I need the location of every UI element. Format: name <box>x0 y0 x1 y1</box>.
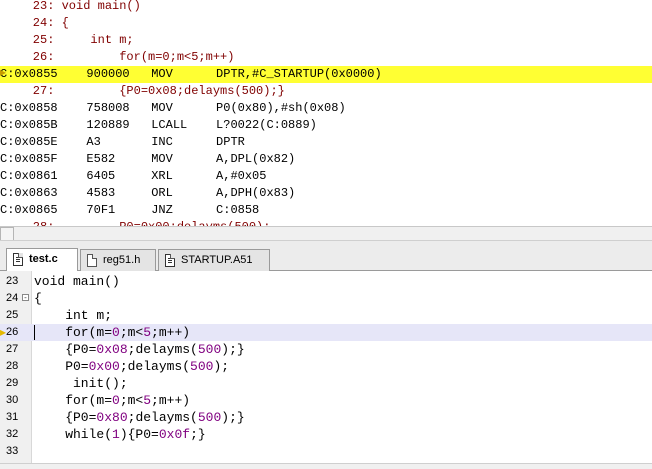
code-line[interactable]: 32 while(1){P0=0x0f;} <box>0 426 652 443</box>
code-line[interactable]: 31 {P0=0x80;delayms(500);} <box>0 409 652 426</box>
file-icon <box>87 254 97 267</box>
disasm-instruction-line[interactable]: C:0x085F E582 MOV A,DPL(0x82) <box>0 151 652 168</box>
editor-horizontal-scrollbar[interactable] <box>0 463 652 469</box>
c-file-icon <box>13 253 23 266</box>
source-editor[interactable]: 23 void main() 24-{25 int m; 26 ▸ for(m=0;m<… <box>0 271 652 468</box>
line-number: 23 <box>6 275 19 287</box>
code-line[interactable]: 28 P0=0x00;delayms(500); <box>0 358 652 375</box>
disasm-instruction-line[interactable]: C:0x0861 6405 XRL A,#0x05 <box>0 168 652 185</box>
code-text: for(m=0;m<5;m++) <box>34 325 191 340</box>
line-number: 24 <box>6 292 19 304</box>
tab-label: STARTUP.A51 <box>181 254 253 266</box>
disasm-source-line[interactable]: 27: {P0=0x08;delayms(500);} <box>0 83 652 100</box>
code-line[interactable]: 27 {P0=0x08;delayms(500);} <box>0 341 652 358</box>
disasm-line-text: 23: void main() <box>4 0 141 13</box>
scroll-left-button[interactable] <box>0 227 14 241</box>
line-number: 27 <box>6 343 19 355</box>
code-text: for(m=0;m<5;m++) <box>34 393 191 408</box>
disasm-source-line[interactable]: 24: { <box>0 15 652 32</box>
disasm-source-line[interactable]: 25: int m; <box>0 32 652 49</box>
code-line[interactable]: 26 ▸ for(m=0;m<5;m++) <box>0 324 652 341</box>
disassembly-horizontal-scrollbar[interactable] <box>0 226 652 241</box>
disasm-line-text: 26: for(m=0;m<5;m++) <box>4 50 235 64</box>
disasm-line-text: C:0x0861 6405 XRL A,#0x05 <box>0 169 267 183</box>
tab-test-c[interactable]: test.c <box>6 248 78 272</box>
tab-label: test.c <box>29 253 58 265</box>
disasm-line-text: C:0x0863 4583 ORL A,DPH(0x83) <box>0 186 296 200</box>
tab-startup-a51[interactable]: STARTUP.A51 <box>158 249 270 271</box>
code-text: { <box>34 291 42 306</box>
disasm-line-text: C:0x085F E582 MOV A,DPL(0x82) <box>0 152 296 166</box>
disasm-line-text: 24: { <box>4 16 69 30</box>
line-number: 32 <box>6 428 19 440</box>
disasm-line-text: 27: {P0=0x08;delayms(500);} <box>4 84 285 98</box>
disasm-source-line[interactable]: 28: P0=0x00;delayms(500); <box>0 219 652 226</box>
disasm-instruction-line[interactable]: C:0x085E A3 INC DPTR <box>0 134 652 151</box>
line-number: 25 <box>6 309 19 321</box>
code-text: {P0=0x80;delayms(500);} <box>34 410 245 425</box>
fold-toggle-icon[interactable]: - <box>22 294 29 302</box>
code-text: {P0=0x08;delayms(500);} <box>34 342 245 357</box>
line-number: 31 <box>6 411 19 423</box>
editor-tab-bar: test.c reg51.h STARTUP.A51 <box>0 240 652 272</box>
disasm-line-text: 25: int m; <box>4 33 134 47</box>
disasm-instruction-line[interactable]: C:0x0865 70F1 JNZ C:0858 <box>0 202 652 219</box>
code-text: init(); <box>34 376 128 391</box>
code-line[interactable]: 33 <box>0 443 652 460</box>
tab-label: reg51.h <box>103 254 141 266</box>
code-line[interactable]: 23 void main() <box>0 273 652 290</box>
disasm-line-text: C:0x0855 900000 MOV DPTR,#C_STARTUP(0x00… <box>0 67 382 81</box>
code-text: P0=0x00;delayms(500); <box>34 359 230 374</box>
code-line[interactable]: 29 init(); <box>0 375 652 392</box>
disasm-instruction-line[interactable]: C:0x0855 900000 MOV DPTR,#C_STARTUP(0x00… <box>0 66 652 83</box>
disasm-source-line[interactable]: 26: for(m=0;m<5;m++) <box>0 49 652 66</box>
code-line[interactable]: 25 int m; <box>0 307 652 324</box>
disasm-instruction-line[interactable]: C:0x085B 120889 LCALL L?0022(C:0889) <box>0 117 652 134</box>
code-text: int m; <box>34 308 113 323</box>
line-number: 29 <box>6 377 19 389</box>
code-text: while(1){P0=0x0f;} <box>34 427 206 442</box>
disasm-instruction-line[interactable]: C:0x0858 758008 MOV P0(0x80),#sh(0x08) <box>0 100 652 117</box>
current-instruction-arrow-icon: ▸ <box>0 65 7 79</box>
disasm-instruction-line[interactable]: C:0x0863 4583 ORL A,DPH(0x83) <box>0 185 652 202</box>
disasm-line-text: C:0x0858 758008 MOV P0(0x80),#sh(0x08) <box>0 101 346 115</box>
disasm-line-text: 28: P0=0x00;delayms(500); <box>4 219 271 226</box>
disassembly-window[interactable]: 23: void main() 24: { 25: int m; 26: for… <box>0 0 652 226</box>
disasm-line-text: C:0x0865 70F1 JNZ C:0858 <box>0 203 260 217</box>
current-line-arrow-icon: ▸ <box>0 325 7 339</box>
line-number: 30 <box>6 394 19 406</box>
code-text: void main() <box>34 274 120 289</box>
code-line[interactable]: 24-{ <box>0 290 652 307</box>
asm-file-icon <box>165 254 175 267</box>
disasm-line-text: C:0x085E A3 INC DPTR <box>0 135 245 149</box>
disasm-source-line[interactable]: 23: void main() <box>0 0 652 15</box>
disasm-line-text: C:0x085B 120889 LCALL L?0022(C:0889) <box>0 118 317 132</box>
code-line[interactable]: 30 for(m=0;m<5;m++) <box>0 392 652 409</box>
line-number: 26 <box>6 326 19 338</box>
line-number: 33 <box>6 445 19 457</box>
tab-reg51-h[interactable]: reg51.h <box>80 249 156 271</box>
line-number: 28 <box>6 360 19 372</box>
